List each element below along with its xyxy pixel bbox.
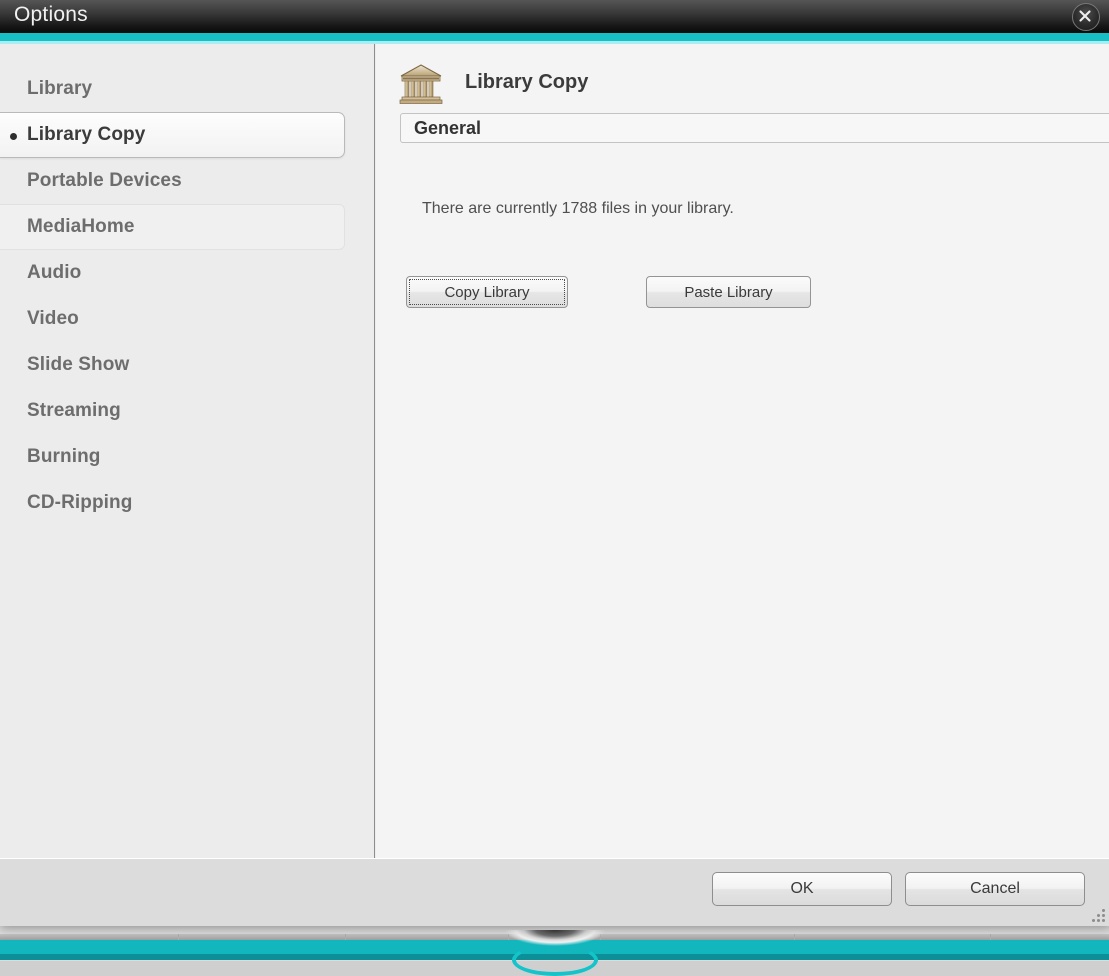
sidebar-item-label: Video	[27, 308, 79, 329]
cancel-button[interactable]: Cancel	[905, 872, 1085, 906]
page-title: Library Copy	[465, 70, 589, 93]
general-group-label: General	[414, 117, 482, 138]
sidebar-item-library[interactable]: Library	[0, 66, 374, 112]
options-dialog: Options Library Library Copy Portable De…	[0, 0, 1109, 926]
sidebar-nav: Library Library Copy Portable Devices Me…	[0, 44, 375, 858]
action-button-row: Copy Library Paste Library	[406, 276, 1109, 308]
accent-strip	[0, 33, 1109, 41]
general-group-header: General	[400, 113, 1109, 143]
sidebar-item-label: Burning	[27, 446, 101, 467]
sidebar-item-mediahome[interactable]: MediaHome	[0, 204, 345, 250]
sidebar-item-label: MediaHome	[27, 216, 135, 237]
sidebar-item-label: Library	[27, 78, 93, 99]
dialog-titlebar: Options	[0, 0, 1109, 33]
resize-grip-icon[interactable]	[1091, 908, 1107, 924]
sidebar-item-streaming[interactable]: Streaming	[0, 388, 374, 434]
sidebar-item-library-copy[interactable]: Library Copy	[0, 112, 345, 158]
sidebar-item-audio[interactable]: Audio	[0, 250, 374, 296]
sidebar-item-portable-devices[interactable]: Portable Devices	[0, 158, 374, 204]
dialog-title: Options	[14, 3, 88, 26]
selected-bullet-icon	[10, 133, 17, 140]
sidebar-item-label: CD-Ripping	[27, 492, 133, 513]
sidebar-item-label: Audio	[27, 262, 82, 283]
sidebar-item-video[interactable]: Video	[0, 296, 374, 342]
sidebar-item-label: Library Copy	[27, 124, 146, 145]
sidebar-item-label: Streaming	[27, 400, 121, 421]
sidebar-item-burning[interactable]: Burning	[0, 434, 374, 480]
paste-library-button[interactable]: Paste Library	[646, 276, 811, 308]
sidebar-item-cd-ripping[interactable]: CD-Ripping	[0, 480, 374, 526]
content-pane: Library Copy General There are currently…	[376, 44, 1109, 858]
library-building-icon	[399, 64, 443, 104]
background-app-center-arc	[512, 944, 598, 976]
dialog-body: Library Library Copy Portable Devices Me…	[0, 44, 1109, 858]
sidebar-item-label: Slide Show	[27, 354, 130, 375]
close-icon[interactable]	[1072, 3, 1100, 31]
content-header: Library Copy	[376, 44, 1109, 112]
footer-button-row: OK Cancel	[712, 872, 1085, 906]
dialog-footer: OK Cancel	[0, 858, 1109, 926]
sidebar-item-slide-show[interactable]: Slide Show	[0, 342, 374, 388]
copy-library-button[interactable]: Copy Library	[406, 276, 568, 308]
library-file-count-text: There are currently 1788 files in your l…	[422, 200, 734, 217]
sidebar-item-label: Portable Devices	[27, 170, 182, 191]
ok-button[interactable]: OK	[712, 872, 892, 906]
